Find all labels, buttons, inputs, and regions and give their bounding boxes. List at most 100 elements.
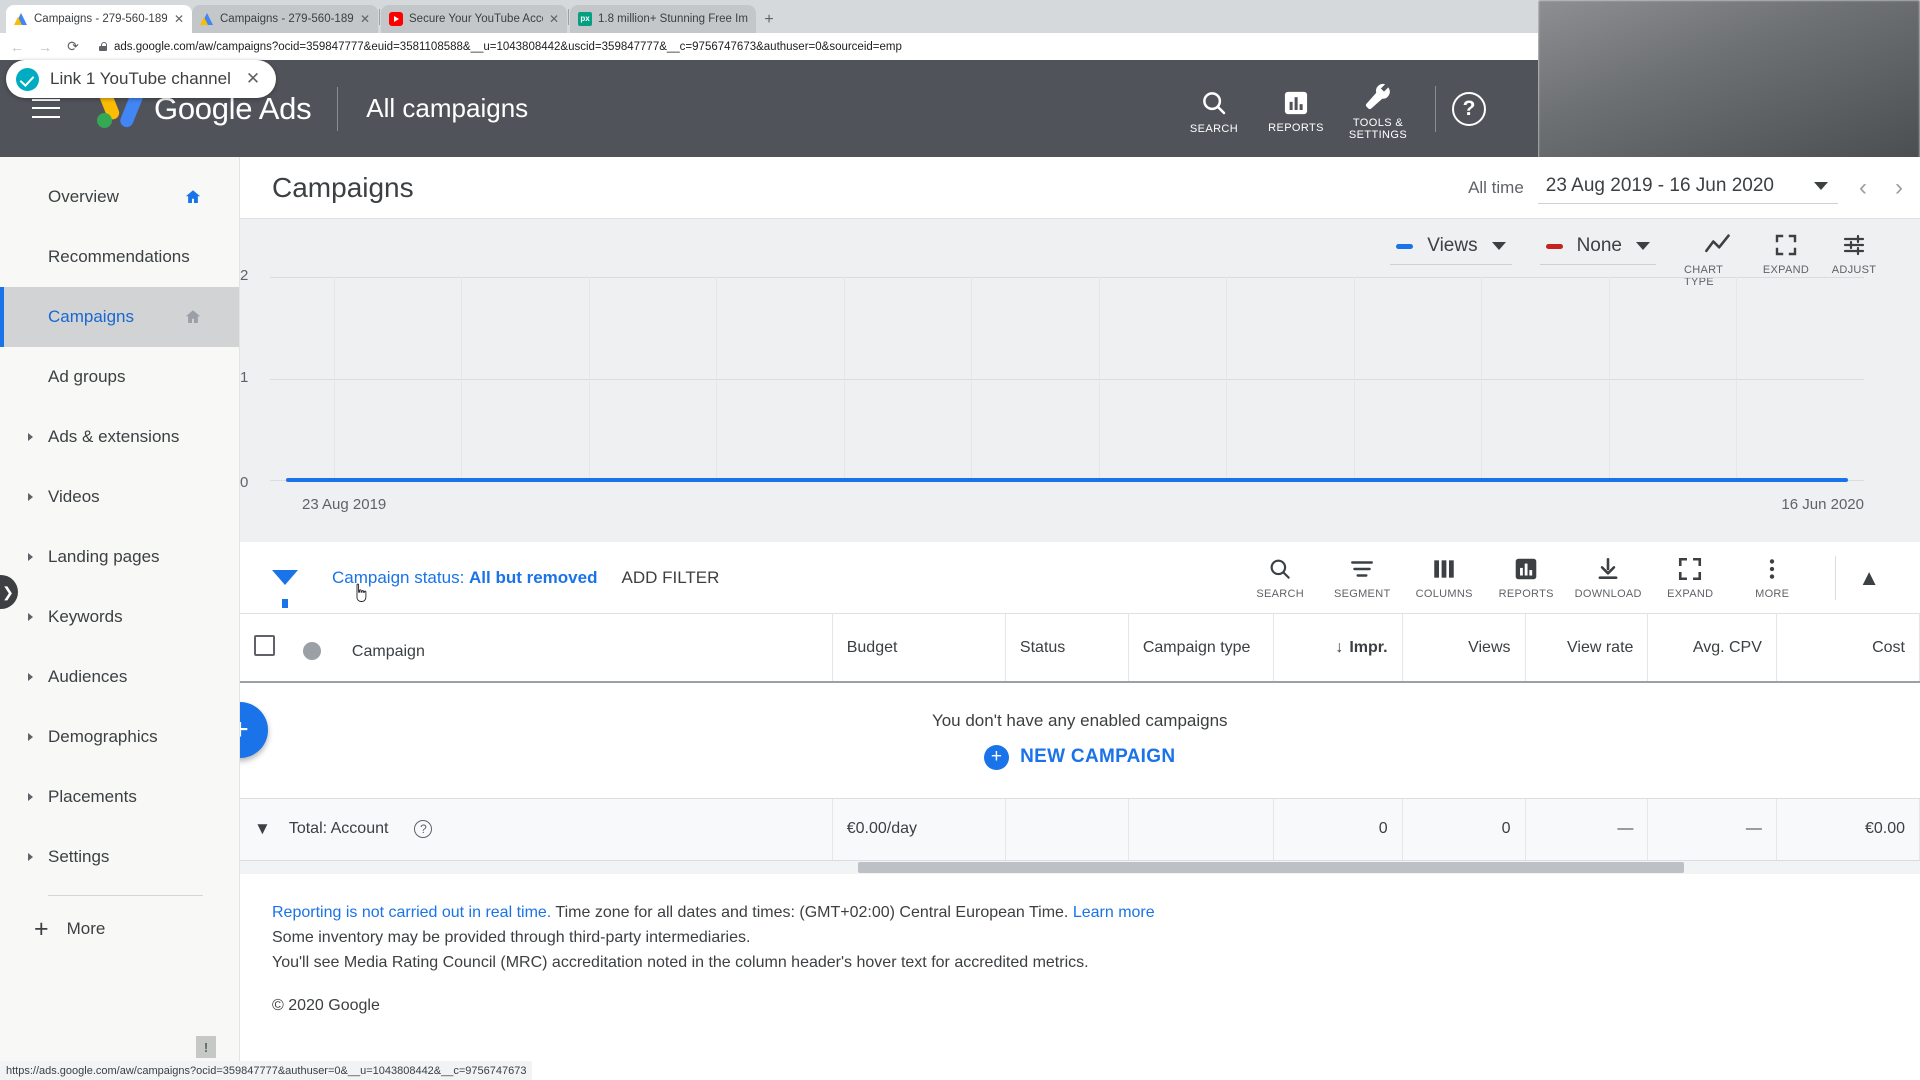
table-tools: SEARCH SEGMENT COLUMNS REPORTS DOWNLOAD …	[1239, 555, 1888, 600]
browser-tab-strip: Campaigns - 279-560-1893 - ✕ Campaigns -…	[0, 0, 1538, 33]
chevron-up-icon[interactable]: ▲	[1858, 565, 1888, 591]
segment-button[interactable]: SEGMENT	[1321, 556, 1403, 600]
status-dot-icon	[303, 642, 322, 661]
browser-tab[interactable]: px 1.8 million+ Stunning Free Ima	[570, 5, 756, 33]
pexels-icon: px	[578, 12, 592, 26]
reports-button[interactable]: REPORTS	[1255, 83, 1337, 134]
y-axis-tick-0: 0	[240, 474, 249, 491]
sidebar-item-more[interactable]: + More	[0, 896, 239, 962]
x-axis-tick-start: 23 Aug 2019	[302, 496, 387, 513]
sidebar-item-campaigns[interactable]: Campaigns	[0, 287, 239, 347]
sidebar-item-keywords[interactable]: Keywords	[0, 587, 239, 647]
column-header-cost[interactable]: Cost	[1776, 614, 1920, 683]
chevron-right-icon[interactable]	[28, 613, 33, 621]
column-header-impressions[interactable]: ↓ Impr.	[1273, 614, 1403, 683]
sidebar-item-audiences[interactable]: Audiences	[0, 647, 239, 707]
chevron-right-icon[interactable]	[28, 433, 33, 441]
sidebar-item-placements[interactable]: Placements	[0, 767, 239, 827]
column-header-avg-cpv[interactable]: Avg. CPV	[1647, 614, 1777, 683]
sidebar-item-overview[interactable]: Overview	[0, 167, 239, 227]
chevron-down-icon[interactable]	[1814, 182, 1828, 190]
table-expand-label: EXPAND	[1667, 587, 1714, 600]
close-icon[interactable]: ✕	[549, 13, 559, 25]
chevron-right-icon[interactable]	[28, 673, 33, 681]
chart-canvas: 2 1 0	[240, 267, 1864, 491]
close-icon[interactable]: ✕	[246, 69, 260, 89]
browser-tab[interactable]: Secure Your YouTube Account ✕	[381, 5, 567, 33]
sidebar-item-ad-groups[interactable]: Ad groups	[0, 347, 239, 407]
browser-tab[interactable]: Campaigns - 279-560-1893 - ✕	[192, 5, 378, 33]
column-header-view-rate[interactable]: View rate	[1525, 614, 1649, 683]
sidebar-item-ads-extensions[interactable]: Ads & extensions	[0, 407, 239, 467]
add-filter-button[interactable]: ADD FILTER	[621, 568, 719, 588]
footnote-timezone-text: Time zone for all dates and times: (GMT+…	[551, 903, 1073, 921]
table-horizontal-scrollbar[interactable]	[240, 860, 1920, 874]
table-search-button[interactable]: SEARCH	[1239, 556, 1321, 600]
new-campaign-button[interactable]: + NEW CAMPAIGN	[984, 744, 1175, 770]
close-icon[interactable]: ✕	[174, 13, 184, 25]
secondary-metric-select[interactable]: None	[1539, 233, 1656, 265]
column-header-views[interactable]: Views	[1402, 614, 1526, 683]
sidebar-item-videos[interactable]: Videos	[0, 467, 239, 527]
chevron-down-icon[interactable]	[1491, 242, 1506, 250]
sidebar-item-demographics[interactable]: Demographics	[0, 707, 239, 767]
chevron-right-icon[interactable]	[28, 853, 33, 861]
screen-root: Campaigns - 279-560-1893 - ✕ Campaigns -…	[0, 0, 1920, 1080]
campaigns-table: Campaign Budget Status Campaign type ↓ Im…	[240, 614, 1920, 861]
filter-icon[interactable]	[272, 570, 298, 608]
empty-state-message: You don't have any enabled campaigns	[931, 710, 1228, 730]
help-button[interactable]: ?	[1452, 91, 1486, 126]
sort-descending-icon: ↓	[1335, 638, 1344, 656]
previous-period-button[interactable]: ‹	[1852, 174, 1874, 202]
sidebar-item-recommendations[interactable]: Recommendations	[0, 227, 239, 287]
chevron-right-icon[interactable]	[28, 553, 33, 561]
table-expand-button[interactable]: EXPAND	[1649, 556, 1731, 600]
new-tab-button[interactable]: +	[756, 7, 782, 33]
column-header-campaign-type[interactable]: Campaign type	[1128, 614, 1275, 683]
chevron-down-icon[interactable]	[1636, 242, 1650, 250]
campaign-status-filter-chip[interactable]: Campaign status: All but removed	[332, 568, 597, 588]
tools-settings-button[interactable]: TOOLS & SETTINGS	[1337, 76, 1419, 141]
sidebar-item-label: Videos	[48, 487, 100, 506]
sidebar-item-label: Recommendations	[48, 247, 190, 266]
sidebar-item-label: Settings	[48, 847, 110, 866]
sidebar-item-landing-pages[interactable]: Landing pages	[0, 527, 239, 587]
footnote-line-2: Some inventory may be provided through t…	[272, 928, 751, 946]
youtube-link-notification-chip[interactable]: Link 1 YouTube channel ✕	[6, 60, 277, 98]
help-icon[interactable]: ?	[414, 820, 433, 838]
column-header-status[interactable]: Status	[1005, 614, 1129, 683]
download-button[interactable]: DOWNLOAD	[1567, 556, 1649, 600]
primary-metric-select[interactable]: Views	[1390, 233, 1512, 265]
columns-button[interactable]: COLUMNS	[1403, 556, 1485, 600]
table-filter-bar: Campaign status: All but removed ADD FIL…	[240, 542, 1920, 614]
browser-tab[interactable]: Campaigns - 279-560-1893 - ✕	[6, 5, 192, 33]
column-header-budget[interactable]: Budget	[832, 614, 1006, 683]
sidebar-item-settings[interactable]: Settings	[0, 827, 239, 887]
column-header-campaign[interactable]: Campaign	[240, 614, 833, 683]
url-input[interactable]: ads.google.com/aw/campaigns?ocid=3598477…	[94, 37, 1528, 57]
expand-icon	[1775, 234, 1797, 256]
next-period-button[interactable]: ›	[1888, 174, 1910, 202]
forward-icon[interactable]: →	[38, 39, 52, 55]
scrollbar-thumb[interactable]	[858, 861, 1684, 873]
table-search-label: SEARCH	[1256, 587, 1305, 600]
divider	[1835, 555, 1837, 600]
reload-icon[interactable]: ⟳	[66, 38, 80, 55]
chevron-right-icon[interactable]	[28, 493, 33, 501]
chevron-right-icon[interactable]	[28, 733, 33, 741]
date-range-picker[interactable]: 23 Aug 2019 - 16 Jun 2020	[1537, 171, 1838, 204]
learn-more-link[interactable]: Learn more	[1073, 904, 1155, 921]
chevron-down-icon[interactable]: ▼	[254, 819, 271, 839]
search-button[interactable]: SEARCH	[1173, 82, 1255, 135]
back-icon[interactable]: ←	[10, 39, 24, 55]
close-icon[interactable]: ✕	[360, 13, 370, 25]
more-options-button[interactable]: MORE	[1731, 556, 1813, 600]
menu-icon[interactable]	[32, 98, 60, 119]
select-all-checkbox[interactable]	[254, 634, 275, 656]
report-editor-handle[interactable]: !	[196, 1036, 216, 1058]
table-reports-button[interactable]: REPORTS	[1485, 556, 1567, 600]
realtime-reporting-link[interactable]: Reporting is not carried out in real tim…	[272, 904, 551, 921]
chevron-right-icon[interactable]	[28, 793, 33, 801]
copyright-text: © 2020 Google	[272, 996, 380, 1014]
more-vert-icon	[1770, 558, 1775, 579]
